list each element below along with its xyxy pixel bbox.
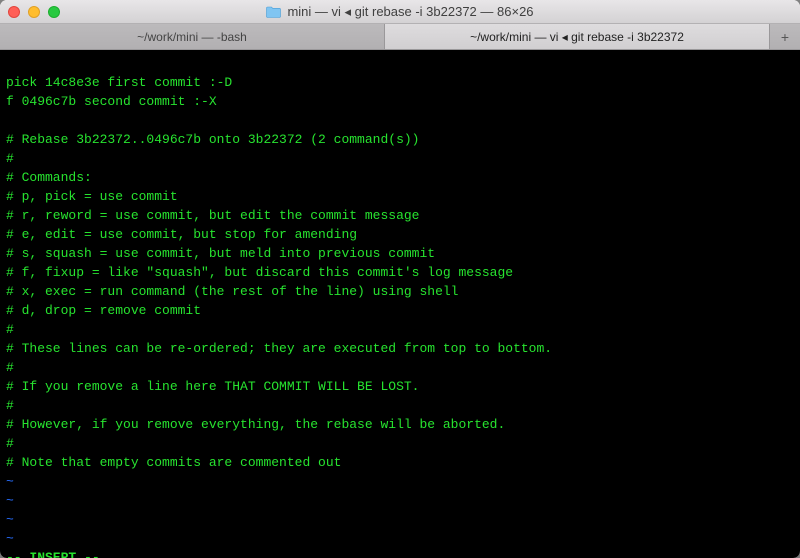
editor-line: # (6, 436, 14, 451)
traffic-lights (8, 6, 60, 18)
editor-line: # Note that empty commits are commented … (6, 455, 341, 470)
titlebar[interactable]: mini — vi ◂ git rebase -i 3b22372 — 86×2… (0, 0, 800, 24)
folder-icon (266, 6, 281, 18)
editor-line: # (6, 398, 14, 413)
editor-tilde: ~ (6, 493, 14, 508)
editor-line: # If you remove a line here THAT COMMIT … (6, 379, 419, 394)
terminal-content[interactable]: pick 14c8e3e first commit :-D f 0496c7b … (0, 50, 800, 558)
editor-line: # Rebase 3b22372..0496c7b onto 3b22372 (… (6, 132, 419, 147)
close-button[interactable] (8, 6, 20, 18)
window-title: mini — vi ◂ git rebase -i 3b22372 — 86×2… (287, 4, 533, 20)
editor-line: # e, edit = use commit, but stop for ame… (6, 227, 357, 242)
editor-mode-status: -- INSERT -- (6, 550, 100, 558)
editor-line: # x, exec = run command (the rest of the… (6, 284, 458, 299)
tab-label: ~/work/mini — vi ◂ git rebase -i 3b22372 (470, 30, 684, 44)
editor-line: pick 14c8e3e first commit :-D (6, 75, 232, 90)
tab-label: ~/work/mini — -bash (137, 30, 247, 44)
editor-line: # r, reword = use commit, but edit the c… (6, 208, 419, 223)
terminal-window: mini — vi ◂ git rebase -i 3b22372 — 86×2… (0, 0, 800, 558)
plus-icon: + (781, 29, 789, 45)
editor-line: # Commands: (6, 170, 92, 185)
minimize-button[interactable] (28, 6, 40, 18)
titlebar-title-container: mini — vi ◂ git rebase -i 3b22372 — 86×2… (0, 4, 800, 20)
tab-bash[interactable]: ~/work/mini — -bash (0, 24, 385, 49)
maximize-button[interactable] (48, 6, 60, 18)
editor-line: # d, drop = remove commit (6, 303, 201, 318)
tabbar: ~/work/mini — -bash ~/work/mini — vi ◂ g… (0, 24, 800, 50)
editor-line: # (6, 322, 14, 337)
editor-line: f 0496c7b second commit :-X (6, 94, 217, 109)
editor-tilde: ~ (6, 512, 14, 527)
editor-tilde: ~ (6, 531, 14, 546)
tab-vi-rebase[interactable]: ~/work/mini — vi ◂ git rebase -i 3b22372 (385, 24, 770, 49)
editor-line: # s, squash = use commit, but meld into … (6, 246, 435, 261)
editor-line: # These lines can be re-ordered; they ar… (6, 341, 552, 356)
editor-line: # (6, 360, 14, 375)
editor-line: # p, pick = use commit (6, 189, 178, 204)
new-tab-button[interactable]: + (770, 24, 800, 49)
editor-line: # (6, 151, 14, 166)
editor-tilde: ~ (6, 474, 14, 489)
editor-line: # However, if you remove everything, the… (6, 417, 505, 432)
editor-line: # f, fixup = like "squash", but discard … (6, 265, 513, 280)
